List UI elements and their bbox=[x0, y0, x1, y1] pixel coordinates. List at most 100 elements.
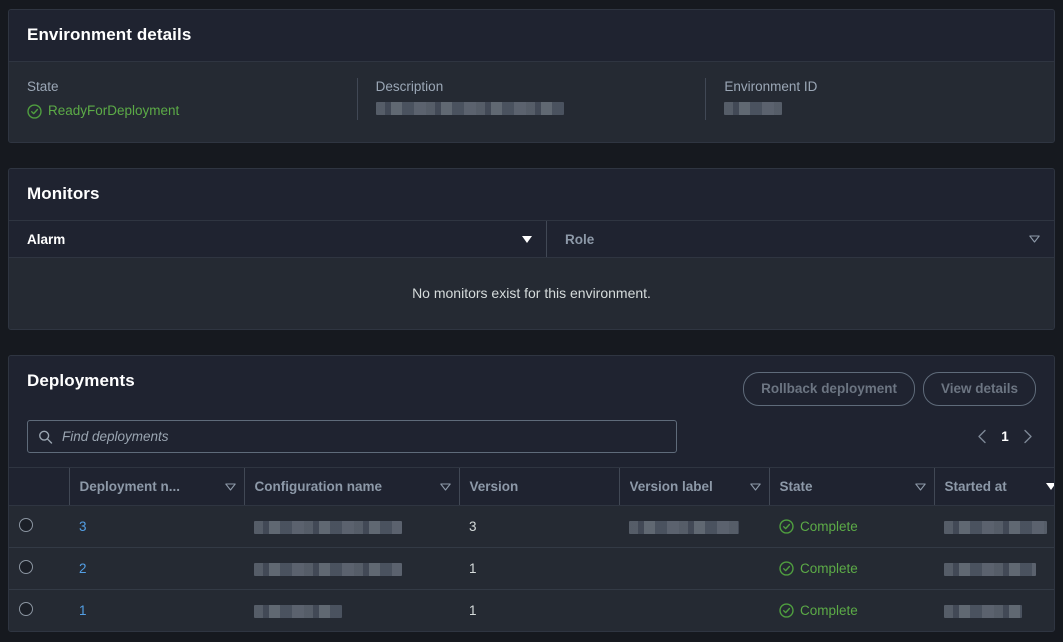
deployment-number-link[interactable]: 2 bbox=[79, 561, 87, 576]
deployment-number-link[interactable]: 1 bbox=[79, 603, 87, 618]
cell-deployment-number: 2 bbox=[69, 547, 244, 590]
cell-state: Complete bbox=[769, 505, 934, 548]
cell-version-label bbox=[619, 589, 769, 631]
monitors-column-role-label: Role bbox=[565, 231, 595, 247]
column-header-version-label-label: Version label bbox=[629, 479, 713, 494]
cell-version-label bbox=[619, 505, 769, 548]
detail-environment-id-value bbox=[724, 102, 1036, 115]
monitors-column-role[interactable]: Role bbox=[546, 221, 1054, 257]
deployments-table-header-row: Deployment n... Configuration name Versi… bbox=[9, 468, 1054, 506]
column-header-started-at[interactable]: Started at bbox=[933, 468, 1054, 506]
chevron-left-icon[interactable] bbox=[976, 429, 989, 444]
deployments-table: Deployment n... Configuration name Versi… bbox=[9, 468, 1054, 631]
rollback-deployment-button[interactable]: Rollback deployment bbox=[743, 372, 915, 406]
environment-details-body: State ReadyForDeployment Description Env… bbox=[9, 62, 1054, 142]
table-row[interactable]: 2 1 Complete bbox=[9, 547, 1054, 590]
cell-deployment-number: 1 bbox=[69, 589, 244, 631]
cell-configuration-name bbox=[244, 505, 459, 548]
page-container: Environment details State ReadyForDeploy… bbox=[0, 9, 1063, 632]
search-icon bbox=[38, 429, 53, 444]
deployments-title: Deployments bbox=[27, 371, 135, 390]
cell-configuration-name bbox=[244, 589, 459, 631]
cell-deployment-number: 3 bbox=[69, 505, 244, 548]
column-header-configuration-name-label: Configuration name bbox=[254, 479, 383, 494]
chevron-right-icon[interactable] bbox=[1021, 429, 1034, 444]
page-title: Environment details bbox=[27, 25, 192, 44]
monitors-table-header: Alarm Role bbox=[9, 221, 1054, 258]
column-header-version-label[interactable]: Version label bbox=[618, 468, 769, 506]
cell-state: Complete bbox=[769, 589, 934, 631]
deployment-number-link[interactable]: 3 bbox=[79, 519, 87, 534]
cell-version-label bbox=[619, 547, 769, 590]
redacted-started-at bbox=[944, 562, 1036, 576]
redacted-configuration-name bbox=[254, 562, 402, 576]
monitors-header: Monitors bbox=[9, 169, 1054, 221]
monitors-column-alarm[interactable]: Alarm bbox=[9, 221, 546, 257]
redacted-started-at bbox=[944, 604, 1022, 618]
detail-state-value: ReadyForDeployment bbox=[27, 102, 339, 120]
row-select-cell[interactable] bbox=[9, 547, 69, 590]
triangle-hollow-icon bbox=[749, 482, 761, 491]
column-header-version-label: Version bbox=[469, 479, 519, 494]
pagination: 1 bbox=[976, 429, 1036, 444]
deployments-actions: Rollback deployment View details bbox=[743, 370, 1036, 406]
row-select-cell[interactable] bbox=[9, 505, 69, 548]
deployments-header: Deployments Rollback deployment View det… bbox=[9, 356, 1054, 468]
column-header-deployment-number[interactable]: Deployment n... bbox=[68, 468, 244, 506]
deployments-header-top: Deployments Rollback deployment View det… bbox=[27, 370, 1036, 406]
detail-environment-id-label: Environment ID bbox=[724, 79, 818, 94]
triangle-solid-icon bbox=[522, 235, 532, 243]
pagination-page-number[interactable]: 1 bbox=[1000, 429, 1010, 444]
column-header-version[interactable]: Version bbox=[458, 468, 619, 506]
cell-started-at bbox=[934, 547, 1054, 590]
radio-button[interactable] bbox=[19, 518, 33, 532]
environment-details-panel: Environment details State ReadyForDeploy… bbox=[8, 9, 1055, 143]
redacted-environment-id bbox=[724, 102, 783, 115]
column-header-state[interactable]: State bbox=[768, 468, 934, 506]
redacted-description bbox=[375, 102, 564, 115]
check-circle-icon bbox=[779, 561, 794, 576]
state-text: Complete bbox=[800, 603, 858, 618]
cell-configuration-name bbox=[244, 547, 459, 590]
select-column-header bbox=[9, 468, 69, 506]
detail-state: State ReadyForDeployment bbox=[9, 78, 357, 120]
redacted-configuration-name bbox=[254, 604, 342, 618]
triangle-hollow-icon bbox=[439, 482, 451, 491]
monitors-empty-state: No monitors exist for this environment. bbox=[9, 258, 1054, 329]
radio-button[interactable] bbox=[19, 602, 33, 616]
column-header-configuration-name[interactable]: Configuration name bbox=[243, 468, 459, 506]
search-input[interactable]: Find deployments bbox=[62, 429, 169, 444]
check-circle-icon bbox=[779, 519, 794, 534]
redacted-configuration-name bbox=[254, 520, 402, 534]
deployments-table-body: 3 3 Complete 2 1 Complete 1 1 Complete bbox=[9, 505, 1054, 631]
state-text: Complete bbox=[800, 561, 858, 576]
check-circle-icon bbox=[779, 603, 794, 618]
cell-version: 3 bbox=[459, 505, 619, 548]
top-spacer bbox=[0, 0, 1063, 9]
row-select-cell[interactable] bbox=[9, 589, 69, 631]
table-row[interactable]: 3 3 Complete bbox=[9, 505, 1054, 548]
deployments-controls: Find deployments 1 bbox=[27, 406, 1036, 467]
redacted-started-at bbox=[944, 520, 1047, 534]
column-header-started-at-label: Started at bbox=[944, 479, 1007, 494]
detail-environment-id: Environment ID bbox=[705, 78, 1054, 120]
redacted-version-label bbox=[629, 520, 739, 534]
check-circle-icon bbox=[27, 103, 42, 119]
view-details-button[interactable]: View details bbox=[922, 372, 1036, 406]
radio-button[interactable] bbox=[19, 560, 33, 574]
detail-description-value bbox=[375, 102, 688, 115]
cell-state: Complete bbox=[769, 547, 934, 590]
search-deployments-box[interactable]: Find deployments bbox=[27, 420, 677, 453]
triangle-hollow-icon bbox=[224, 482, 236, 491]
cell-started-at bbox=[934, 505, 1054, 548]
column-header-deployment-number-label: Deployment n... bbox=[79, 479, 181, 494]
monitors-title: Monitors bbox=[27, 184, 100, 203]
environment-details-header: Environment details bbox=[9, 10, 1054, 62]
monitors-panel: Monitors Alarm Role No monitors exist fo… bbox=[8, 168, 1055, 330]
detail-description-label: Description bbox=[375, 79, 444, 94]
cell-version: 1 bbox=[459, 589, 619, 631]
column-header-state-label: State bbox=[779, 479, 813, 494]
table-row[interactable]: 1 1 Complete bbox=[9, 589, 1054, 631]
detail-state-label: State bbox=[27, 79, 59, 94]
cell-started-at bbox=[934, 589, 1054, 631]
